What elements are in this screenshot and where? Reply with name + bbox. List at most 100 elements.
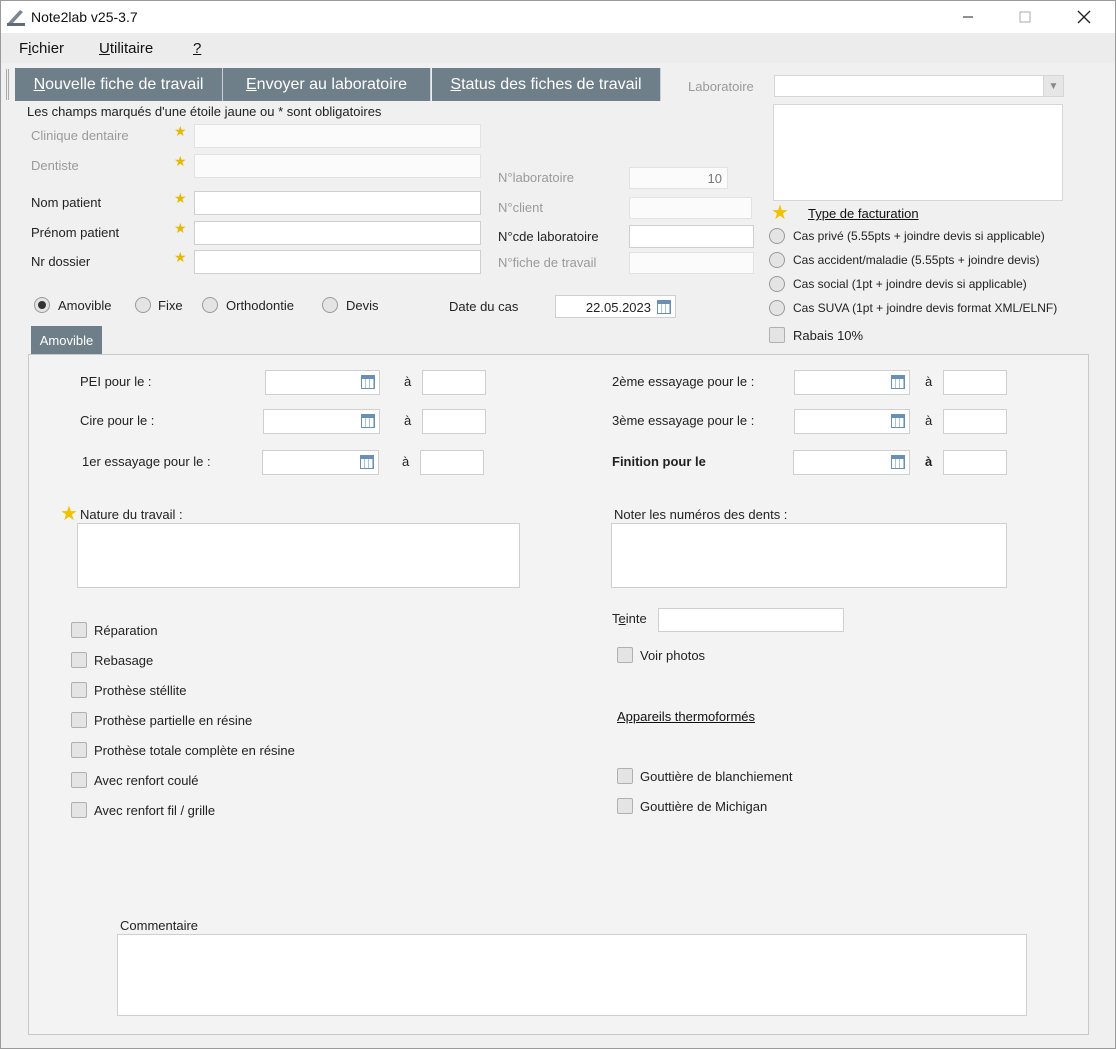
- app-logo-icon: [7, 10, 25, 26]
- menu-help[interactable]: ?: [193, 40, 201, 57]
- tab-status-fiches[interactable]: Status des fiches de travail: [432, 68, 661, 101]
- essai3-label: 3ème essayage pour le :: [612, 413, 755, 428]
- dents-textarea[interactable]: [611, 523, 1007, 588]
- calendar-icon[interactable]: [891, 414, 905, 428]
- a-label: à: [404, 413, 412, 428]
- essai1-label: 1er essayage pour le :: [82, 454, 211, 469]
- work-type-label: Amovible: [58, 298, 112, 313]
- facturation-radio-suva[interactable]: [769, 300, 785, 316]
- dents-label: Noter les numéros des dents :: [614, 507, 788, 522]
- essai2-time-input[interactable]: [943, 370, 1007, 395]
- facturation-radio-social[interactable]: [769, 276, 785, 292]
- prenom-patient-input[interactable]: [194, 221, 481, 245]
- nlaboratoire-input[interactable]: 10: [629, 167, 728, 189]
- check-label: Réparation: [94, 623, 158, 638]
- a-label: à: [925, 454, 933, 469]
- check-label: Rebasage: [94, 653, 154, 668]
- calendar-icon[interactable]: [361, 414, 375, 428]
- essai3-time-input[interactable]: [943, 409, 1007, 434]
- finition-label: Finition pour le: [612, 454, 706, 469]
- voir-photos-label: Voir photos: [640, 648, 706, 663]
- check-prothese-totale[interactable]: [71, 742, 87, 758]
- required-star-icon: ★: [174, 123, 187, 139]
- menu-bar: Fichier Utilitaire ?: [1, 33, 1115, 63]
- nclient-input[interactable]: [629, 197, 752, 219]
- nr-dossier-label: Nr dossier: [31, 254, 91, 269]
- check-renfort-fil[interactable]: [71, 802, 87, 818]
- essai2-date-input[interactable]: [794, 370, 910, 395]
- menu-fichier[interactable]: Fichier: [19, 40, 64, 57]
- check-gouttiere-michigan[interactable]: [617, 798, 633, 814]
- cire-time-input[interactable]: [422, 409, 486, 434]
- teinte-input[interactable]: [658, 608, 844, 632]
- calendar-icon[interactable]: [657, 300, 671, 314]
- essai3-date-input[interactable]: [794, 409, 910, 434]
- ncde-laboratoire-input[interactable]: [629, 225, 754, 248]
- required-star-icon: ★: [174, 190, 187, 206]
- finition-date-input[interactable]: [793, 450, 910, 475]
- calendar-icon[interactable]: [891, 455, 905, 469]
- required-star-icon: ★: [174, 249, 187, 265]
- pei-date-input[interactable]: [265, 370, 380, 395]
- nfiche-label: N°fiche de travail: [498, 255, 597, 270]
- nature-label: Nature du travail :: [80, 507, 183, 522]
- nr-dossier-input[interactable]: [194, 250, 481, 274]
- work-type-label: Devis: [346, 298, 379, 313]
- voir-photos-checkbox[interactable]: [617, 647, 633, 663]
- maximize-button[interactable]: [1002, 1, 1048, 33]
- facturation-radio-accident[interactable]: [769, 252, 785, 268]
- check-prothese-partielle[interactable]: [71, 712, 87, 728]
- nfiche-input[interactable]: [629, 252, 754, 274]
- close-button[interactable]: [1061, 1, 1107, 33]
- essai1-time-input[interactable]: [420, 450, 484, 475]
- dentiste-label: Dentiste: [31, 158, 79, 173]
- nature-textarea[interactable]: [77, 523, 520, 588]
- date-cas-label: Date du cas: [449, 299, 519, 314]
- nlaboratoire-label: N°laboratoire: [498, 170, 575, 185]
- work-type-radio-amovible[interactable]: [34, 297, 50, 313]
- work-type-radio-orthodontie[interactable]: [202, 297, 218, 313]
- pei-time-input[interactable]: [422, 370, 486, 395]
- toolbar-grip[interactable]: [6, 69, 9, 100]
- check-label: Prothèse partielle en résine: [94, 713, 253, 728]
- ncde-laboratoire-label: N°cde laboratoire: [498, 229, 599, 244]
- nom-patient-input[interactable]: [194, 191, 481, 215]
- rabais-label: Rabais 10%: [793, 328, 864, 343]
- a-label: à: [404, 374, 412, 389]
- laboratoire-select[interactable]: ▼: [774, 75, 1064, 97]
- cire-date-input[interactable]: [263, 409, 380, 434]
- a-label: à: [402, 454, 410, 469]
- facturation-option-label: Cas social (1pt + joindre devis si appli…: [793, 277, 1027, 291]
- chevron-down-icon[interactable]: ▼: [1043, 76, 1063, 96]
- check-gouttiere-blanchiement[interactable]: [617, 768, 633, 784]
- work-type-radio-devis[interactable]: [322, 297, 338, 313]
- work-type-radio-fixe[interactable]: [135, 297, 151, 313]
- menu-utilitaire[interactable]: Utilitaire: [99, 40, 153, 57]
- tab-envoyer-laboratoire[interactable]: Envoyer au laboratoire: [223, 68, 431, 101]
- minimize-button[interactable]: [945, 1, 991, 33]
- commentaire-textarea[interactable]: [117, 934, 1027, 1016]
- tab-amovible[interactable]: Amovible: [31, 326, 102, 355]
- teinte-label: Teinte: [612, 611, 647, 626]
- facturation-radio-prive[interactable]: [769, 228, 785, 244]
- date-cas-input[interactable]: 22.05.2023: [555, 295, 676, 318]
- rabais-checkbox[interactable]: [769, 327, 785, 343]
- required-star-icon: ★: [60, 503, 78, 525]
- essai1-date-input[interactable]: [262, 450, 379, 475]
- check-rebasage[interactable]: [71, 652, 87, 668]
- tab-nouvelle-fiche[interactable]: Nouvelle fiche de travail: [15, 68, 223, 101]
- check-label: Prothèse stéllite: [94, 683, 187, 698]
- dentiste-input[interactable]: [194, 154, 481, 178]
- minimize-icon: [963, 16, 973, 18]
- a-label: à: [925, 413, 933, 428]
- maximize-icon: [1019, 11, 1031, 23]
- calendar-icon[interactable]: [891, 375, 905, 389]
- clinique-input[interactable]: [194, 124, 481, 148]
- finition-time-input[interactable]: [943, 450, 1007, 475]
- check-prothese-stellite[interactable]: [71, 682, 87, 698]
- check-renfort-coule[interactable]: [71, 772, 87, 788]
- calendar-icon[interactable]: [361, 375, 375, 389]
- check-reparation[interactable]: [71, 622, 87, 638]
- calendar-icon[interactable]: [360, 455, 374, 469]
- required-star-icon: ★: [174, 220, 187, 236]
